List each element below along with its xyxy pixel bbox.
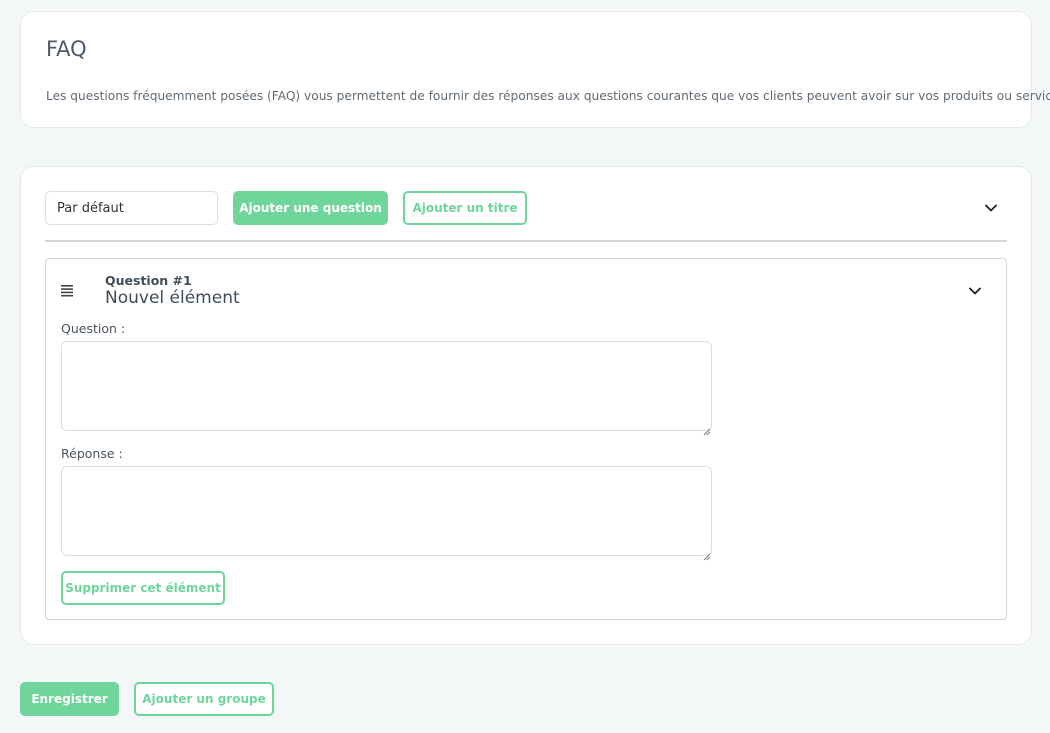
add-question-button[interactable]: Ajouter une question: [233, 191, 388, 225]
faq-intro-card: FAQ Les questions fréquemment posées (FA…: [20, 11, 1050, 128]
faq-group-card: Ajouter une question Ajouter un titre Qu…: [20, 166, 1032, 645]
delete-item-button[interactable]: Supprimer cet élément: [61, 571, 225, 605]
faq-item: Question #1 Nouvel élément Question : Ré…: [45, 258, 1007, 620]
item-title: Nouvel élément: [105, 288, 240, 308]
resize-grip-icon[interactable]: [703, 421, 711, 436]
chevron-down-icon[interactable]: [967, 283, 983, 299]
group-divider: [45, 240, 1007, 242]
question-textarea[interactable]: [61, 341, 712, 431]
add-group-button[interactable]: Ajouter un groupe: [134, 682, 274, 716]
save-button[interactable]: Enregistrer: [20, 682, 119, 716]
chevron-down-icon[interactable]: [983, 200, 999, 216]
answer-label: Réponse :: [61, 446, 123, 461]
answer-textarea[interactable]: [61, 466, 712, 556]
page-description: Les questions fréquemment posées (FAQ) v…: [46, 89, 1050, 103]
add-title-button[interactable]: Ajouter un titre: [403, 191, 527, 225]
question-label: Question :: [61, 321, 126, 336]
page-title: FAQ: [46, 37, 87, 61]
group-name-input[interactable]: [45, 191, 218, 225]
resize-grip-icon[interactable]: [703, 546, 711, 561]
item-number: Question #1: [105, 273, 192, 288]
drag-handle-icon[interactable]: [60, 283, 74, 297]
